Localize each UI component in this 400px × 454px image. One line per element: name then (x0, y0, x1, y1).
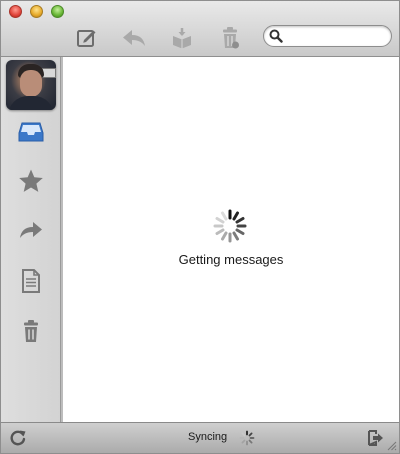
window-zoom-button[interactable] (51, 5, 64, 18)
reply-button[interactable] (121, 25, 147, 51)
compose-icon (77, 30, 96, 47)
window-minimize-button[interactable] (30, 5, 43, 18)
delete-button[interactable] (217, 25, 243, 51)
document-icon (22, 269, 40, 293)
mail-window: Getting messages Syncing (0, 0, 400, 454)
sidebar-item-inbox[interactable] (13, 115, 49, 149)
compose-button[interactable] (73, 25, 99, 51)
status-bar: Syncing (1, 422, 399, 453)
reply-icon (123, 30, 145, 46)
avatar-background (42, 68, 56, 78)
search-input[interactable] (286, 28, 384, 44)
sidebar (1, 57, 61, 422)
trash-icon (24, 320, 38, 342)
trash-icon (223, 27, 239, 49)
sync-spinner-icon (239, 430, 255, 446)
window-close-button[interactable] (9, 5, 22, 18)
archive-button[interactable] (169, 25, 195, 51)
star-icon (19, 169, 43, 192)
avatar[interactable] (6, 60, 56, 110)
loading-status-text: Getting messages (178, 252, 284, 267)
sidebar-item-starred[interactable] (13, 164, 49, 198)
sidebar-item-sent[interactable] (13, 213, 49, 247)
resize-grip-icon[interactable] (387, 441, 397, 451)
toolbar (1, 1, 399, 57)
inbox-tray-icon (18, 122, 44, 142)
forward-arrow-icon (20, 222, 42, 238)
search-icon (269, 29, 283, 43)
loading-spinner-icon (213, 209, 247, 243)
sync-status-label: Syncing (188, 431, 228, 443)
avatar-face (20, 70, 42, 97)
refresh-icon[interactable] (9, 429, 27, 447)
sidebar-item-trash[interactable] (13, 314, 49, 348)
sidebar-item-drafts[interactable] (13, 264, 49, 298)
avatar-shirt (8, 96, 54, 110)
message-list-area: Getting messages (63, 57, 399, 422)
search-field[interactable] (263, 25, 392, 47)
sign-out-icon[interactable] (367, 429, 385, 447)
archive-box-icon (173, 28, 191, 49)
